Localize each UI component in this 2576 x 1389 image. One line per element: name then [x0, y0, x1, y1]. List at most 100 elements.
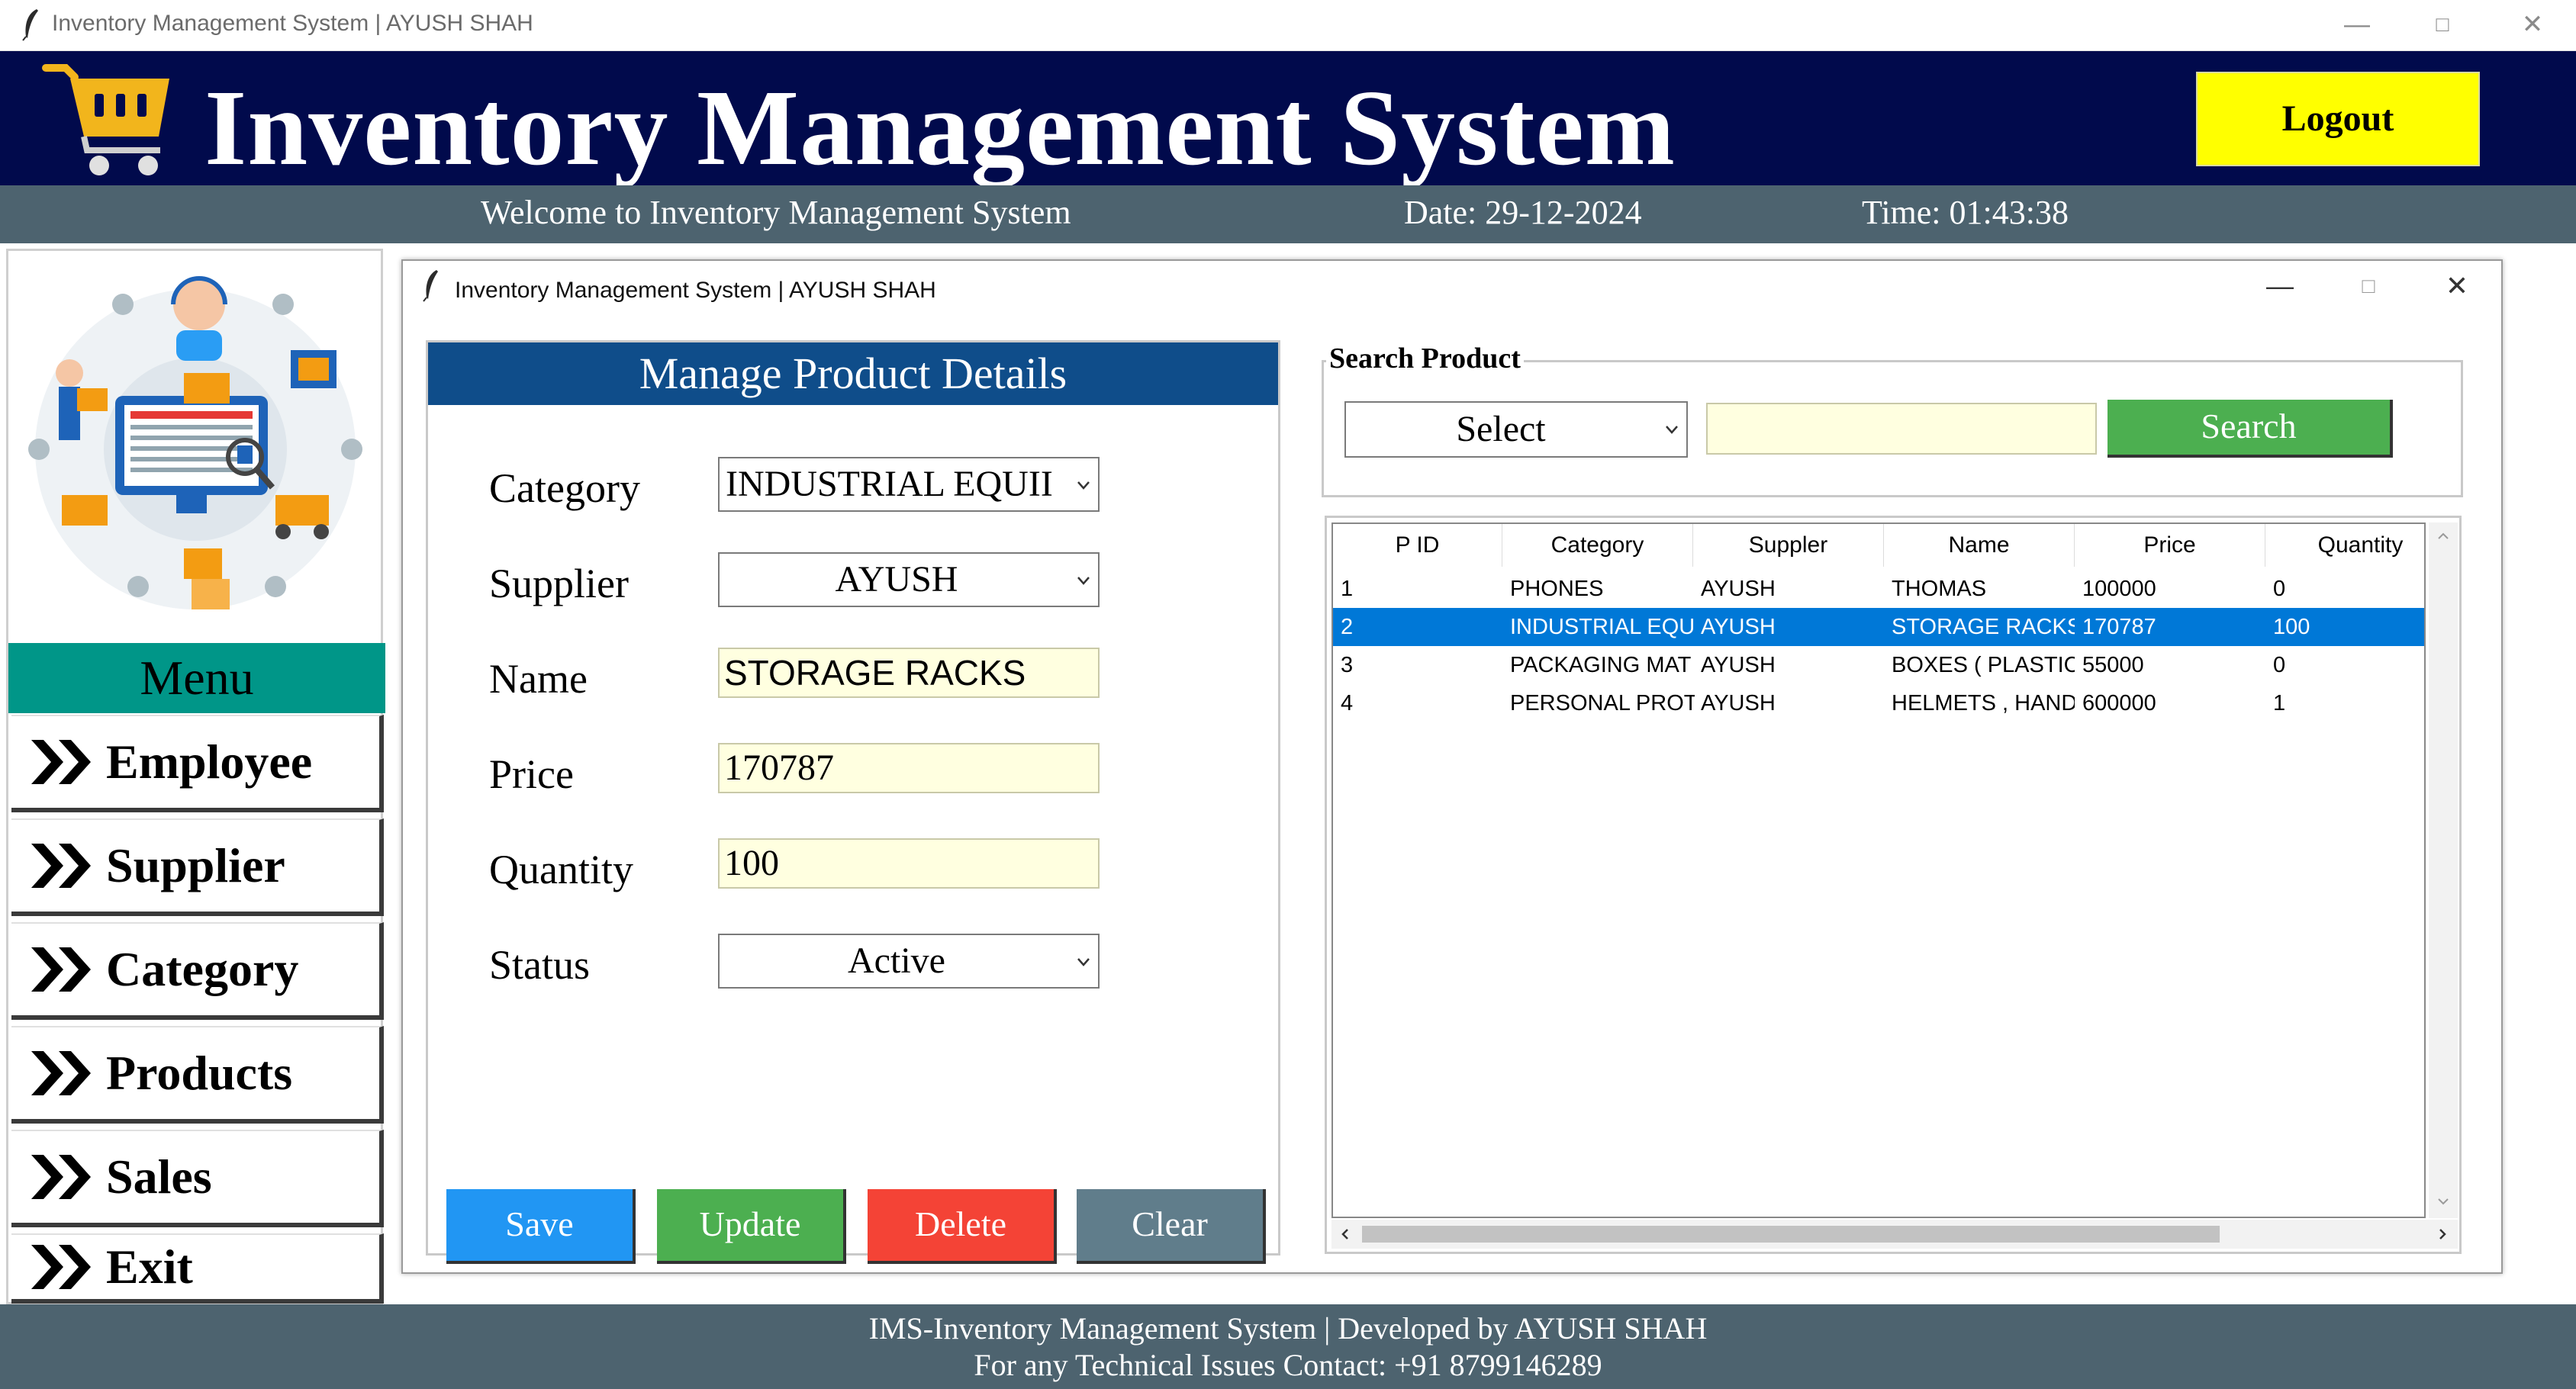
double-chevron-right-icon: [31, 1155, 91, 1199]
column-header-name[interactable]: Name: [1884, 524, 2075, 567]
menu-category-button[interactable]: Category: [11, 922, 384, 1020]
cell-category: PERSONAL PROTI: [1510, 691, 1695, 715]
product-window-title: Inventory Management System | AYUSH SHAH: [455, 278, 936, 303]
quantity-label: Quantity: [489, 847, 633, 892]
menu-title: Menu: [8, 643, 385, 713]
scroll-down-icon[interactable]: [2436, 1194, 2451, 1209]
menu-label: Products: [106, 1046, 293, 1100]
table-row[interactable]: 1 PHONES AYUSH THOMAS 100000 0: [1333, 570, 2424, 608]
app-title: Inventory Management System: [204, 67, 1676, 188]
cell-category: INDUSTRIAL EQUI: [1510, 615, 1695, 639]
status-select-value: Active: [848, 940, 945, 981]
shopping-cart-icon: [42, 64, 169, 175]
column-header-category[interactable]: Category: [1502, 524, 1693, 567]
scroll-left-icon[interactable]: [1338, 1227, 1353, 1242]
column-header-supplier[interactable]: Suppler: [1693, 524, 1884, 567]
window-title: Inventory Management System | AYUSH SHAH: [52, 11, 533, 36]
supplier-select[interactable]: AYUSH: [718, 552, 1100, 607]
double-chevron-right-icon: [31, 844, 91, 888]
menu-sales-button[interactable]: Sales: [11, 1130, 384, 1227]
menu-supplier-button[interactable]: Supplier: [11, 818, 384, 916]
chevron-down-icon: [1077, 577, 1090, 585]
table-row-selected[interactable]: 2 INDUSTRIAL EQUI AYUSH STORAGE RACKS 17…: [1333, 608, 2424, 646]
horizontal-scrollbar[interactable]: [1331, 1220, 2458, 1249]
column-header-quantity[interactable]: Quantity: [2265, 524, 2424, 567]
scroll-up-icon[interactable]: [2436, 529, 2451, 544]
chevron-down-icon: [1077, 481, 1090, 490]
cell-category: PACKAGING MAT: [1510, 653, 1692, 677]
search-legend: Search Product: [1326, 342, 1524, 375]
status-label: Status: [489, 942, 591, 988]
name-input[interactable]: STORAGE RACKS: [718, 648, 1100, 698]
menu-exit-button[interactable]: Exit: [11, 1233, 384, 1304]
table-viewport: P ID Category Suppler Name Price Quantit…: [1331, 522, 2426, 1218]
vertical-scrollbar[interactable]: [2429, 522, 2458, 1218]
product-window-titlebar[interactable]: Inventory Management System | AYUSH SHAH…: [403, 261, 2501, 310]
double-chevron-right-icon: [31, 1051, 91, 1095]
product-form: Manage Product Details Category INDUSTRI…: [426, 340, 1280, 1264]
price-label: Price: [489, 751, 574, 797]
search-by-value: Select: [1456, 409, 1546, 449]
minimize-icon[interactable]: —: [2323, 5, 2391, 44]
double-chevron-right-icon: [31, 947, 91, 992]
double-chevron-right-icon: [31, 740, 91, 784]
cell-supplier: AYUSH: [1701, 691, 1776, 715]
cell-name: THOMAS: [1892, 577, 1987, 601]
column-header-pid[interactable]: P ID: [1333, 524, 1502, 567]
clear-button[interactable]: Clear: [1077, 1189, 1266, 1264]
status-bar: Welcome to Inventory Management System D…: [0, 185, 2576, 243]
form-title: Manage Product Details: [428, 342, 1278, 405]
menu-label: Exit: [106, 1239, 193, 1294]
search-input[interactable]: [1706, 403, 2097, 455]
feather-icon: [22, 9, 38, 41]
table-row[interactable]: 3 PACKAGING MAT AYUSH BOXES ( PLASTIC) 5…: [1333, 646, 2424, 684]
footer: IMS-Inventory Management System | Develo…: [0, 1304, 2576, 1389]
price-input[interactable]: 170787: [718, 743, 1100, 793]
menu-products-button[interactable]: Products: [11, 1026, 384, 1124]
logout-button[interactable]: Logout: [2196, 72, 2480, 166]
supplier-label: Supplier: [489, 561, 629, 606]
menu-label: Sales: [106, 1149, 212, 1204]
cell-name: BOXES ( PLASTIC): [1892, 653, 2075, 677]
close-icon[interactable]: ✕: [2498, 5, 2567, 44]
scroll-right-icon[interactable]: [2435, 1227, 2450, 1242]
minimize-icon[interactable]: —: [2249, 267, 2310, 305]
search-button[interactable]: Search: [2107, 400, 2393, 458]
delete-button[interactable]: Delete: [868, 1189, 1057, 1264]
horizontal-scroll-thumb[interactable]: [1362, 1226, 2220, 1243]
category-select-value: INDUSTRIAL EQUII: [726, 464, 1053, 504]
supplier-select-value: AYUSH: [835, 559, 958, 600]
window-titlebar[interactable]: Inventory Management System | AYUSH SHAH…: [0, 0, 2576, 51]
save-button[interactable]: Save: [446, 1189, 636, 1264]
table-row[interactable]: 4 PERSONAL PROTI AYUSH HELMETS , HAND 60…: [1333, 684, 2424, 722]
search-by-select[interactable]: Select: [1344, 401, 1688, 458]
cell-quantity: 0: [2273, 577, 2286, 601]
cell-quantity: 100: [2273, 615, 2310, 639]
time-text: Time: 01:43:38: [1862, 194, 2069, 231]
cell-pid: 1: [1341, 577, 1354, 601]
cell-quantity: 1: [2273, 691, 2286, 715]
cell-price: 55000: [2082, 653, 2144, 677]
category-select[interactable]: INDUSTRIAL EQUII: [718, 457, 1100, 512]
cell-supplier: AYUSH: [1701, 653, 1776, 677]
maximize-icon[interactable]: □: [2338, 267, 2399, 305]
cell-quantity: 0: [2273, 653, 2286, 677]
update-button[interactable]: Update: [657, 1189, 846, 1264]
maximize-icon[interactable]: □: [2408, 5, 2477, 44]
cell-category: PHONES: [1510, 577, 1604, 601]
menu-employee-button[interactable]: Employee: [11, 715, 384, 812]
inventory-illustration: [28, 276, 362, 609]
cell-pid: 3: [1341, 653, 1354, 677]
close-icon[interactable]: ✕: [2426, 267, 2487, 305]
menu-label: Supplier: [106, 838, 285, 892]
cell-supplier: AYUSH: [1701, 615, 1776, 639]
menu-label: Category: [106, 942, 299, 996]
status-select[interactable]: Active: [718, 934, 1100, 989]
column-header-price[interactable]: Price: [2075, 524, 2265, 567]
product-window: Inventory Management System | AYUSH SHAH…: [401, 259, 2503, 1274]
chevron-down-icon: [1077, 958, 1090, 966]
quantity-input[interactable]: 100: [718, 838, 1100, 889]
cell-supplier: AYUSH: [1701, 577, 1776, 601]
product-table: P ID Category Suppler Name Price Quantit…: [1325, 516, 2462, 1254]
welcome-text: Welcome to Inventory Management System: [481, 194, 1071, 231]
